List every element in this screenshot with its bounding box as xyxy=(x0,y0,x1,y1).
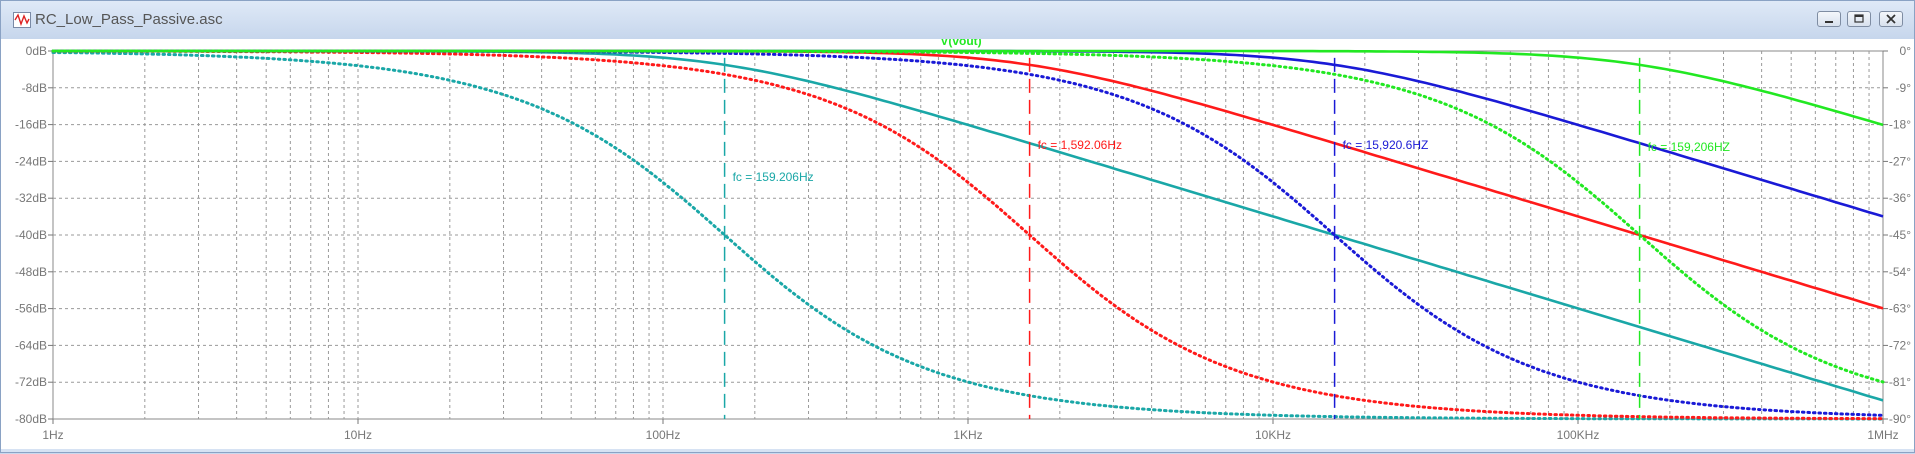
cutoff-label-3: fc = 15,920.6HZ xyxy=(1343,138,1429,152)
y2-tick-label: -54° xyxy=(1889,265,1911,279)
title-bar[interactable]: RC_Low_Pass_Passive.asc xyxy=(1,1,1914,39)
y2-tick-label: -81° xyxy=(1889,375,1911,389)
y-tick-label: -72dB xyxy=(15,375,47,389)
app-window: RC_Low_Pass_Passive.asc V(vout) 0dB -8dB -… xyxy=(0,0,1915,453)
x-tick-label: 1MHz xyxy=(1867,428,1898,442)
y-tick-label: -48dB xyxy=(15,265,47,279)
x-tick-label: 1Hz xyxy=(42,428,63,442)
minimize-icon xyxy=(1825,21,1833,23)
y-axis-right: 0° -9° -18° -27° -36° -45° -54° -63° -72° -81° -90… xyxy=(1883,44,1911,426)
x-axis: 1Hz 10Hz 100Hz 1KHz 10KHz 100KHz 1MHz xyxy=(42,419,1899,442)
y-tick-label: -16dB xyxy=(15,118,47,132)
y-tick-label: -64dB xyxy=(15,338,47,352)
y2-tick-label: -72° xyxy=(1889,338,1911,352)
minimize-button[interactable] xyxy=(1817,11,1841,27)
y2-tick-label: -9° xyxy=(1896,81,1912,95)
restore-button[interactable] xyxy=(1847,11,1871,27)
x-tick-label: 10KHz xyxy=(1255,428,1291,442)
y2-tick-label: -63° xyxy=(1889,302,1911,316)
y-tick-label: -80dB xyxy=(15,412,47,426)
y-tick-label: -8dB xyxy=(22,81,47,95)
y2-tick-label: -36° xyxy=(1889,191,1911,205)
window-title: RC_Low_Pass_Passive.asc xyxy=(35,11,223,28)
x-tick-label: 10Hz xyxy=(344,428,372,442)
bode-plot[interactable]: V(vout) 0dB -8dB -16dB -24dB -32dB -40dB -48dB… xyxy=(1,34,1914,449)
y2-tick-label: -90° xyxy=(1889,412,1911,426)
y-axis-left: 0dB -8dB -16dB -24dB -32dB -40dB -48dB -56dB -64… xyxy=(15,44,53,426)
y2-tick-label: -27° xyxy=(1889,154,1911,168)
restore-icon xyxy=(1854,14,1864,23)
close-icon xyxy=(1886,14,1896,24)
waveform-icon xyxy=(13,12,31,28)
y-tick-label: -32dB xyxy=(15,191,47,205)
cutoff-label-1: fc = 159.206Hz xyxy=(733,170,814,184)
trace-name[interactable]: V(vout) xyxy=(940,34,981,48)
y-tick-label: -40dB xyxy=(15,228,47,242)
x-tick-label: 100KHz xyxy=(1557,428,1600,442)
y2-tick-label: -45° xyxy=(1889,228,1911,242)
y2-tick-label: 0° xyxy=(1900,44,1912,58)
plot-pane[interactable]: V(vout) 0dB -8dB -16dB -24dB -32dB -40dB -48dB… xyxy=(1,34,1914,449)
cutoff-label-2: fc = 1,592.06Hz xyxy=(1038,138,1122,152)
x-tick-label: 1KHz xyxy=(953,428,982,442)
y2-tick-label: -18° xyxy=(1889,118,1911,132)
cutoff-label-4: fc = 159,206HZ xyxy=(1648,140,1730,154)
close-button[interactable] xyxy=(1879,11,1903,27)
y-tick-label: -56dB xyxy=(15,302,47,316)
x-tick-label: 100Hz xyxy=(646,428,681,442)
y-tick-label: -24dB xyxy=(15,154,47,168)
y-tick-label: 0dB xyxy=(26,44,47,58)
